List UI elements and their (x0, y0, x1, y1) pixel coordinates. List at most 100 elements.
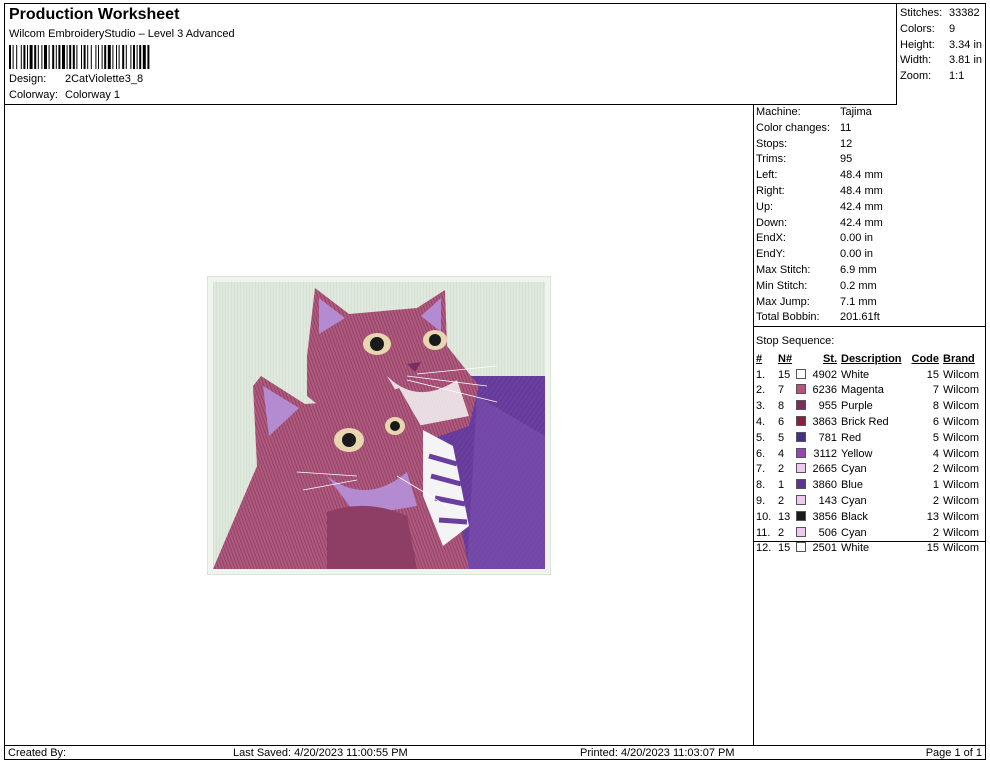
col-header-stitches: St. (822, 352, 837, 365)
page-number: Page 1 of 1 (925, 747, 982, 759)
color-code: 7 (932, 384, 939, 397)
summary-row: Colors: 9 (900, 23, 955, 35)
summary-value: 1:1 (949, 70, 965, 83)
needle-number: 5 (778, 431, 785, 444)
info-label: Max Jump: (756, 295, 810, 308)
needle-number: 2 (778, 463, 785, 476)
color-description: Black (841, 510, 868, 523)
color-description: Cyan (841, 495, 867, 508)
summary-value: 33382 (949, 7, 980, 19)
embroidery-design-preview (207, 276, 551, 575)
row-index: 7. (756, 463, 766, 476)
color-swatch (796, 479, 806, 490)
info-label: Down: (756, 216, 788, 229)
col-header-description: Description (841, 352, 902, 365)
row-index: 12. (756, 542, 772, 555)
thread-brand: Wilcom (943, 368, 980, 381)
color-code: 2 (932, 526, 939, 539)
info-value: 95 (840, 153, 853, 166)
table-row: 3. 8 955 Purple 8 Wilcom (756, 398, 984, 414)
summary-label: Colors: (900, 22, 935, 35)
table-row: 6. 4 3112 Yellow 4 Wilcom (756, 446, 984, 462)
color-swatch-cell (796, 383, 810, 399)
stitch-count: 3860 (812, 479, 837, 492)
table-row: 5. 5 781 Red 5 Wilcom (756, 430, 984, 446)
table-row: 9. 2 143 Cyan 2 Wilcom (756, 493, 984, 509)
color-swatch (796, 416, 806, 427)
color-code: 5 (932, 431, 939, 444)
col-header-index: # (756, 352, 763, 365)
thread-brand: Wilcom (943, 542, 980, 555)
info-label: Trims: (756, 153, 787, 166)
created-by: Created By: (8, 747, 67, 759)
stitch-count: 781 (818, 431, 837, 444)
summary-row: Zoom: 1:1 (900, 70, 964, 82)
color-description: Magenta (841, 384, 884, 397)
col-header-needle: N# (778, 352, 793, 365)
table-row: 2. 7 6236 Magenta 7 Wilcom (756, 383, 984, 399)
needle-number: 1 (778, 479, 785, 492)
color-code: 2 (932, 463, 939, 476)
table-row: 4. 6 3863 Brick Red 6 Wilcom (756, 414, 984, 430)
info-value: 0.00 in (840, 248, 874, 261)
info-value: 11 (840, 121, 852, 134)
color-swatch-cell (796, 367, 810, 383)
color-code: 2 (932, 495, 939, 508)
color-swatch (796, 447, 806, 458)
color-description: Blue (841, 479, 864, 492)
info-row: Stops: 12 (756, 138, 852, 150)
info-row: Color changes: 11 (756, 122, 851, 134)
color-description: White (841, 542, 870, 555)
worksheet-header: Production Worksheet Wilcom EmbroiderySt… (5, 4, 897, 105)
summary-value: 3.81 in (949, 54, 983, 67)
info-label: EndY: (756, 248, 786, 261)
color-swatch-cell (796, 446, 810, 462)
thread-brand: Wilcom (943, 463, 980, 476)
info-row: Machine: Tajima (756, 106, 872, 118)
thread-brand: Wilcom (943, 526, 980, 539)
thread-brand: Wilcom (943, 431, 980, 444)
row-index: 4. (756, 416, 766, 429)
info-row: Right: 48.4 mm (756, 185, 883, 197)
info-label: Up: (756, 200, 774, 213)
color-swatch (796, 495, 806, 506)
color-code: 15 (926, 368, 939, 381)
col-header-brand: Brand (943, 352, 975, 365)
needle-number: 8 (778, 400, 785, 413)
stitch-count: 3112 (813, 447, 837, 460)
needle-number: 2 (778, 495, 785, 508)
row-index: 2. (756, 384, 766, 397)
color-swatch (796, 510, 806, 521)
summary-row: Stitches: 33382 (900, 7, 980, 19)
color-swatch-cell (796, 414, 810, 430)
color-description: Cyan (841, 526, 867, 539)
needle-number: 7 (778, 384, 785, 397)
summary-label: Height: (900, 38, 935, 51)
color-description: Cyan (841, 463, 867, 476)
thread-brand: Wilcom (943, 384, 980, 397)
front-cat-pupil-right (390, 421, 400, 431)
software-name: Wilcom EmbroideryStudio – Level 3 Advanc… (9, 28, 235, 40)
stitch-count: 3863 (812, 416, 837, 429)
table-header-row: # N# St. Description Code Brand (756, 351, 984, 367)
table-row: 1. 15 4902 White 15 Wilcom (756, 367, 984, 383)
table-row: 7. 2 2665 Cyan 2 Wilcom (756, 462, 984, 478)
stitch-count: 3856 (812, 510, 837, 523)
color-description: White (841, 368, 870, 381)
info-value: 6.9 mm (840, 264, 877, 276)
info-row: Max Jump: 7.1 mm (756, 296, 877, 308)
thread-brand: Wilcom (943, 416, 980, 429)
thread-brand: Wilcom (943, 400, 980, 413)
info-row: Up: 42.4 mm (756, 201, 883, 213)
info-value: 0.00 in (840, 232, 874, 245)
thread-brand: Wilcom (943, 495, 980, 508)
color-code: 6 (932, 416, 939, 429)
back-cat-pupil-right (429, 334, 441, 346)
info-label: Color changes: (756, 121, 830, 134)
info-row: Left: 48.4 mm (756, 169, 883, 181)
worksheet-footer: Created By: Last Saved: 4/20/2023 11:00:… (5, 745, 985, 760)
info-value: 201.61ft (840, 311, 880, 324)
worksheet: Production Worksheet Wilcom EmbroiderySt… (4, 3, 986, 760)
info-value: 0.2 mm (840, 279, 877, 292)
stitch-count: 2501 (812, 542, 837, 555)
